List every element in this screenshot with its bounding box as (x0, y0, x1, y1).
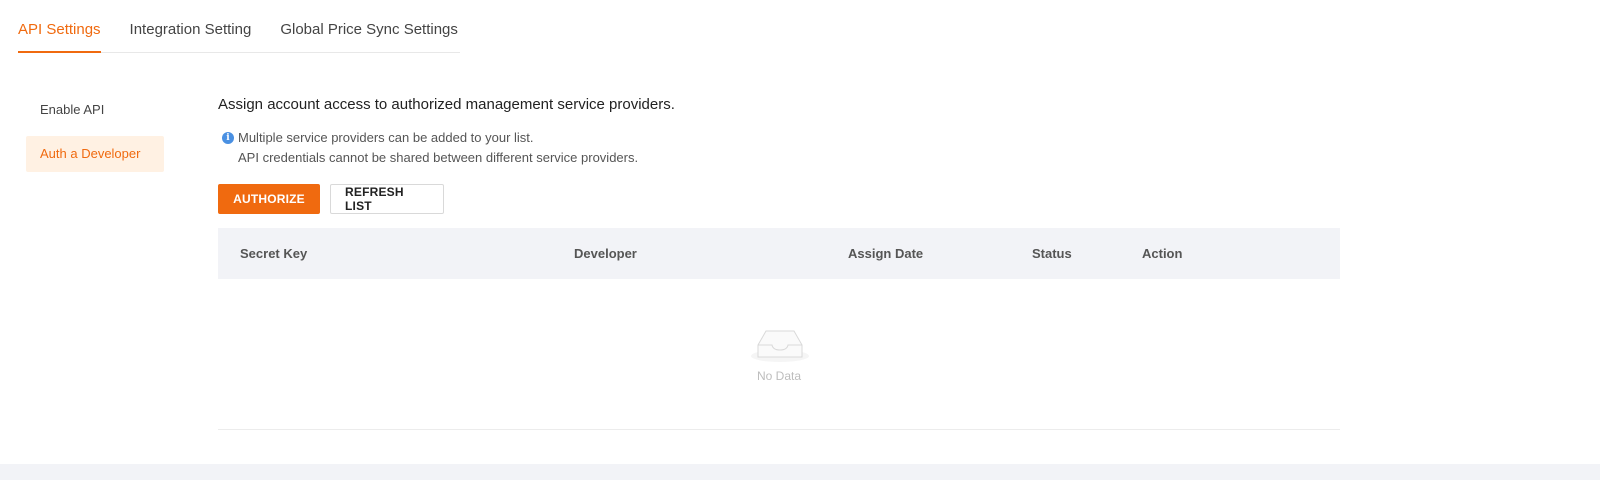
side-item-auth-a-developer[interactable]: Auth a Developer (26, 136, 164, 172)
page-headline: Assign account access to authorized mana… (218, 96, 675, 113)
notice-line-1: Multiple service providers can be added … (238, 130, 534, 145)
footer-band (0, 464, 1600, 480)
table-empty-state: No Data (218, 279, 1340, 430)
empty-inbox-icon (751, 330, 809, 362)
info-notice: i Multiple service providers can be adde… (218, 128, 1340, 168)
column-header-developer[interactable]: Developer (574, 246, 637, 261)
tab-global-price-sync-settings[interactable]: Global Price Sync Settings (280, 2, 458, 52)
developer-table: Secret Key Developer Assign Date Status … (218, 228, 1340, 430)
column-header-assign-date[interactable]: Assign Date (848, 246, 923, 261)
empty-text: No Data (756, 369, 802, 383)
action-buttons: AUTHORIZE REFRESH LIST (218, 184, 1340, 214)
side-item-enable-api[interactable]: Enable API (26, 92, 164, 128)
side-menu: Enable API Auth a Developer (26, 92, 164, 180)
table-header: Secret Key Developer Assign Date Status … (218, 228, 1340, 279)
settings-tabs: API Settings Integration Setting Global … (18, 0, 460, 53)
tab-api-settings[interactable]: API Settings (18, 2, 101, 53)
main-content: Assign account access to authorized mana… (218, 94, 1340, 430)
refresh-list-button[interactable]: REFRESH LIST (330, 184, 444, 214)
column-header-secret-key[interactable]: Secret Key (240, 246, 307, 261)
column-header-status[interactable]: Status (1032, 246, 1072, 261)
notice-line-2: API credentials cannot be shared between… (238, 150, 639, 165)
tab-integration-setting[interactable]: Integration Setting (130, 2, 252, 52)
info-icon: i (222, 132, 234, 144)
authorize-button[interactable]: AUTHORIZE (218, 184, 320, 214)
column-header-action[interactable]: Action (1142, 246, 1182, 261)
